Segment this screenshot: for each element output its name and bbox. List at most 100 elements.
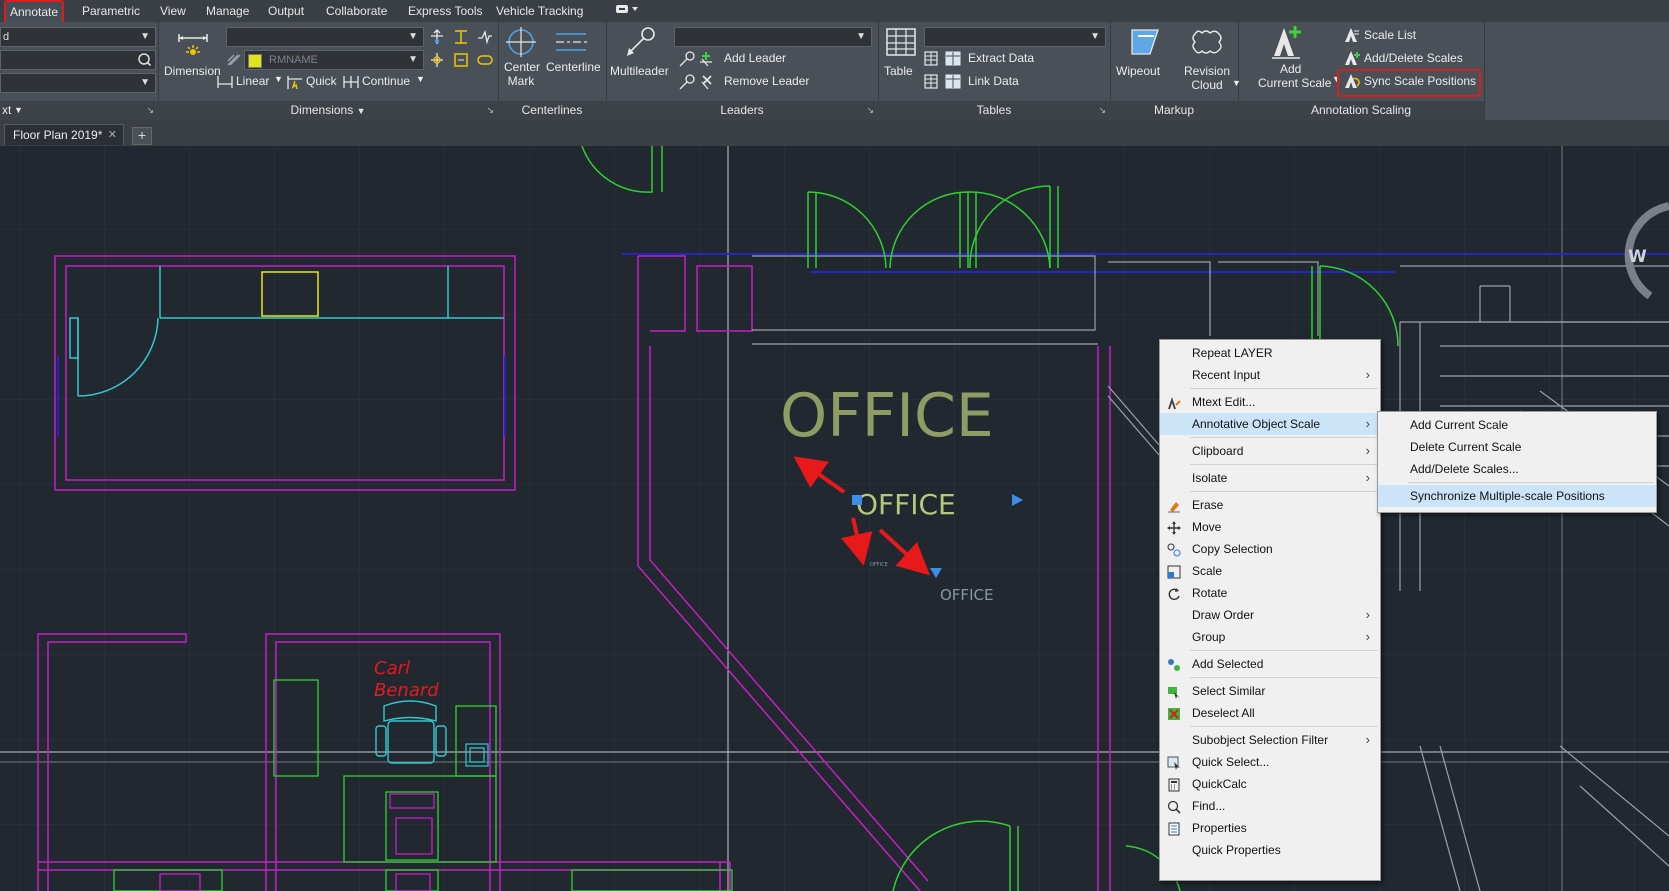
menu-mtext-edit[interactable]: Mtext Edit... [1160, 391, 1380, 413]
centerline-button[interactable]: Centerline [546, 60, 601, 74]
extract-data-icon[interactable] [924, 50, 964, 71]
scale-list-icon[interactable] [1344, 27, 1360, 46]
center-mark-button[interactable]: Center Mark [504, 60, 540, 88]
viewcube-west-label[interactable]: W [1628, 247, 1647, 267]
drawing-area[interactable]: Carl Benard OFFICE OFFICE OFFICE OFFICE … [0, 146, 1669, 891]
centerline-icon[interactable] [554, 30, 588, 57]
panel-dimensions-title[interactable]: Dimensions ▼ ↘ [158, 101, 498, 120]
scale-list-button[interactable]: Scale List [1364, 28, 1416, 42]
text-grip-square[interactable] [852, 495, 862, 505]
quick-dim-icon[interactable] [286, 73, 304, 94]
menu-annotative-object-scale[interactable]: Annotative Object Scale › [1160, 413, 1380, 435]
continue-dropdown-icon[interactable]: ▼ [416, 74, 425, 84]
menu-quickcalc[interactable]: QuickCalc [1160, 773, 1380, 795]
linear-button[interactable]: Linear [236, 74, 269, 88]
multileader-button[interactable]: Multileader [610, 64, 669, 78]
office-label-small: OFFICE [940, 586, 993, 604]
wipeout-icon[interactable] [1130, 28, 1160, 59]
menu-draw-order[interactable]: Draw Order › [1160, 604, 1380, 626]
quick-button[interactable]: Quick [306, 74, 337, 88]
panel-leaders-title[interactable]: Leaders ↘ [606, 101, 878, 120]
add-delete-scales-icon[interactable] [1344, 50, 1360, 69]
text-style-combo[interactable]: d ▼ [0, 27, 156, 47]
linear-dropdown-icon[interactable]: ▼ [274, 74, 283, 84]
remove-leader-button[interactable]: Remove Leader [724, 74, 809, 88]
dim-oblique-icon[interactable] [476, 51, 494, 72]
panel-tables-title[interactable]: Tables ↘ [878, 101, 1110, 120]
center-mark-icon[interactable] [506, 26, 536, 61]
menu-rotate[interactable]: Rotate [1160, 582, 1380, 604]
tab-annotate[interactable]: Annotate [4, 0, 65, 24]
tab-collaborate[interactable]: Collaborate [324, 2, 389, 20]
workspace-toggle-icon[interactable] [612, 2, 642, 20]
add-delete-scales-button[interactable]: Add/Delete Scales [1364, 51, 1463, 65]
link-data-icon[interactable] [924, 73, 964, 94]
dim-jog-icon[interactable] [476, 28, 494, 49]
link-data-button[interactable]: Link Data [968, 74, 1019, 88]
dim-style-combo[interactable]: RMNAME ▼ [244, 50, 424, 70]
add-current-scale-icon[interactable] [1270, 24, 1304, 63]
add-current-scale-label2[interactable]: Current Scale [1258, 76, 1331, 90]
menu-repeat-layer[interactable]: Repeat LAYER [1160, 342, 1380, 364]
extract-data-button[interactable]: Extract Data [968, 51, 1034, 65]
add-leader-icon[interactable] [678, 50, 714, 71]
text-find-field[interactable] [0, 50, 156, 70]
submenu-delete-current-scale[interactable]: Delete Current Scale [1378, 436, 1656, 458]
dimension-icon[interactable] [176, 28, 210, 63]
wipeout-button[interactable]: Wipeout [1116, 64, 1160, 78]
dim-space-icon[interactable] [452, 51, 470, 72]
continue-button[interactable]: Continue [362, 74, 410, 88]
menu-deselect-all[interactable]: Deselect All [1160, 702, 1380, 724]
menu-isolate[interactable]: Isolate › [1160, 467, 1380, 489]
text-height-combo[interactable]: ▼ [0, 73, 156, 93]
add-current-scale-label1[interactable]: Add [1280, 62, 1301, 76]
dim-layer-combo[interactable]: ▼ [226, 27, 424, 47]
file-tab-floor-plan[interactable]: Floor Plan 2019* ✕ [4, 124, 124, 145]
menu-subobject-selection-filter[interactable]: Subobject Selection Filter › [1160, 729, 1380, 751]
tab-express-tools[interactable]: Express Tools [406, 2, 484, 20]
submenu-add-current-scale[interactable]: Add Current Scale [1378, 414, 1656, 436]
table-icon[interactable] [886, 28, 916, 59]
new-tab-button[interactable]: + [132, 127, 152, 145]
linear-icon[interactable] [216, 74, 234, 93]
menu-copy-selection[interactable]: Copy Selection [1160, 538, 1380, 560]
tab-vehicle-tracking[interactable]: Vehicle Tracking [494, 2, 585, 20]
table-button[interactable]: Table [884, 64, 913, 78]
menu-properties[interactable]: Properties [1160, 817, 1380, 839]
add-leader-button[interactable]: Add Leader [724, 51, 786, 65]
dim-inspect-icon[interactable] [428, 51, 446, 72]
tab-parametric[interactable]: Parametric [80, 2, 142, 20]
search-icon[interactable] [137, 52, 152, 70]
panel-annotation-scaling-title[interactable]: Annotation Scaling [1238, 101, 1484, 120]
revision-cloud-button[interactable]: Revision Cloud [1184, 64, 1230, 92]
tab-view[interactable]: View [158, 2, 188, 20]
panel-markup-title[interactable]: Markup [1110, 101, 1238, 120]
menu-scale[interactable]: Scale [1160, 560, 1380, 582]
dimension-label[interactable]: Dimension [164, 64, 221, 78]
table-style-combo[interactable]: ▼ [924, 27, 1106, 47]
menu-quick-select[interactable]: Quick Select... [1160, 751, 1380, 773]
menu-quick-properties[interactable]: Quick Properties [1160, 839, 1380, 861]
menu-add-selected[interactable]: Add Selected [1160, 653, 1380, 675]
menu-select-similar[interactable]: Select Similar [1160, 680, 1380, 702]
menu-clipboard[interactable]: Clipboard › [1160, 440, 1380, 462]
revision-cloud-icon[interactable] [1190, 28, 1224, 59]
remove-leader-icon[interactable] [678, 73, 714, 94]
menu-recent-input[interactable]: Recent Input › [1160, 364, 1380, 386]
tab-output[interactable]: Output [266, 2, 306, 20]
dim-adjust-icon[interactable] [452, 28, 470, 49]
menu-move[interactable]: Move [1160, 516, 1380, 538]
mleader-style-combo[interactable]: ▼ [674, 27, 872, 47]
submenu-synchronize-positions[interactable]: Synchronize Multiple-scale Positions [1378, 485, 1656, 507]
tab-manage[interactable]: Manage [204, 2, 251, 20]
continue-icon[interactable] [342, 74, 360, 93]
panel-centerlines-title[interactable]: Centerlines [498, 101, 606, 120]
submenu-add-delete-scales[interactable]: Add/Delete Scales... [1378, 458, 1656, 480]
menu-group[interactable]: Group › [1160, 626, 1380, 648]
close-icon[interactable]: ✕ [108, 125, 117, 146]
menu-find[interactable]: Find... [1160, 795, 1380, 817]
multileader-icon[interactable] [624, 26, 656, 61]
dim-break-icon[interactable] [428, 28, 446, 49]
menu-erase[interactable]: Erase [1160, 494, 1380, 516]
panel-text-title[interactable]: xt ▼ ↘ [0, 101, 158, 120]
